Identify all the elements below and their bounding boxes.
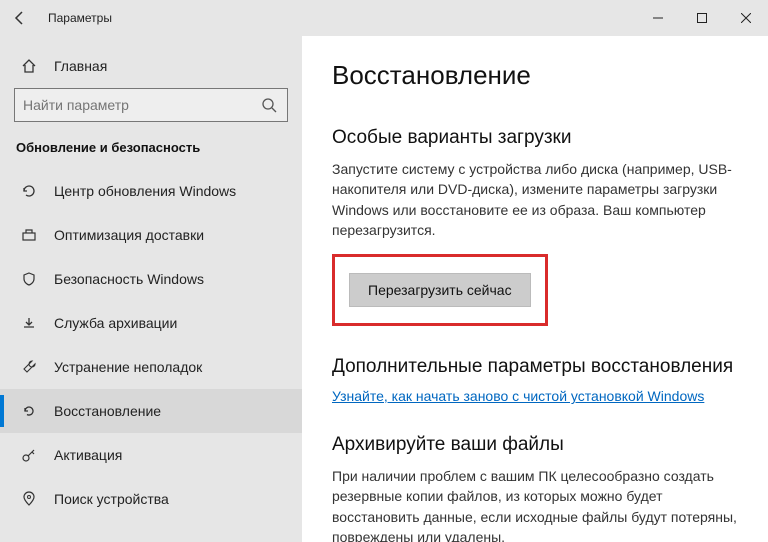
window-title: Параметры	[48, 11, 112, 25]
sidebar-item-label: Поиск устройства	[54, 491, 169, 507]
search-field[interactable]	[23, 97, 259, 113]
fresh-start-link[interactable]: Узнайте, как начать заново с чистой уста…	[332, 388, 704, 404]
window-controls	[636, 0, 768, 36]
sync-icon	[20, 182, 38, 200]
sidebar-item-label: Устранение неполадок	[54, 359, 202, 375]
content: Восстановление Особые варианты загрузки …	[302, 36, 768, 542]
shield-icon	[20, 270, 38, 288]
recovery-icon	[20, 402, 38, 420]
backup-icon	[20, 314, 38, 332]
close-button[interactable]	[724, 0, 768, 36]
restart-now-button[interactable]: Перезагрузить сейчас	[349, 273, 531, 307]
section-heading-backup-files: Архивируйте ваши файлы	[332, 434, 738, 456]
advanced-startup-desc: Запустите систему с устройства либо диск…	[332, 159, 738, 240]
home-icon	[20, 58, 38, 74]
restart-highlight: Перезагрузить сейчас	[332, 254, 548, 326]
backup-files-desc: При наличии проблем с вашим ПК целесообр…	[332, 466, 738, 542]
sidebar-item-windows-update[interactable]: Центр обновления Windows	[0, 169, 302, 213]
home-link[interactable]: Главная	[0, 50, 302, 88]
sidebar-item-windows-security[interactable]: Безопасность Windows	[0, 257, 302, 301]
sidebar-item-label: Центр обновления Windows	[54, 183, 236, 199]
sidebar-item-label: Безопасность Windows	[54, 271, 204, 287]
location-icon	[20, 490, 38, 508]
section-title: Обновление и безопасность	[0, 140, 302, 169]
sidebar-item-label: Служба архивации	[54, 315, 177, 331]
sidebar-item-backup[interactable]: Служба архивации	[0, 301, 302, 345]
maximize-button[interactable]	[680, 0, 724, 36]
sidebar-item-activation[interactable]: Активация	[0, 433, 302, 477]
minimize-button[interactable]	[636, 0, 680, 36]
titlebar: Параметры	[0, 0, 768, 36]
section-heading-more-recovery: Дополнительные параметры восстановления	[332, 356, 738, 378]
key-icon	[20, 446, 38, 464]
sidebar-item-troubleshoot[interactable]: Устранение неполадок	[0, 345, 302, 389]
sidebar-item-label: Активация	[54, 447, 122, 463]
back-button[interactable]	[0, 0, 40, 36]
home-label: Главная	[54, 58, 107, 74]
nav-list: Центр обновления Windows Оптимизация дос…	[0, 169, 302, 521]
sidebar-item-delivery-optimization[interactable]: Оптимизация доставки	[0, 213, 302, 257]
delivery-icon	[20, 226, 38, 244]
sidebar-item-label: Оптимизация доставки	[54, 227, 204, 243]
sidebar-item-label: Восстановление	[54, 403, 161, 419]
section-heading-advanced-startup: Особые варианты загрузки	[332, 127, 738, 149]
wrench-icon	[20, 358, 38, 376]
sidebar-item-find-device[interactable]: Поиск устройства	[0, 477, 302, 521]
search-input[interactable]	[14, 88, 288, 122]
page-title: Восстановление	[332, 60, 738, 91]
sidebar-item-recovery[interactable]: Восстановление	[0, 389, 302, 433]
sidebar: Главная Обновление и безопасность Центр …	[0, 36, 302, 542]
search-icon	[259, 97, 279, 113]
